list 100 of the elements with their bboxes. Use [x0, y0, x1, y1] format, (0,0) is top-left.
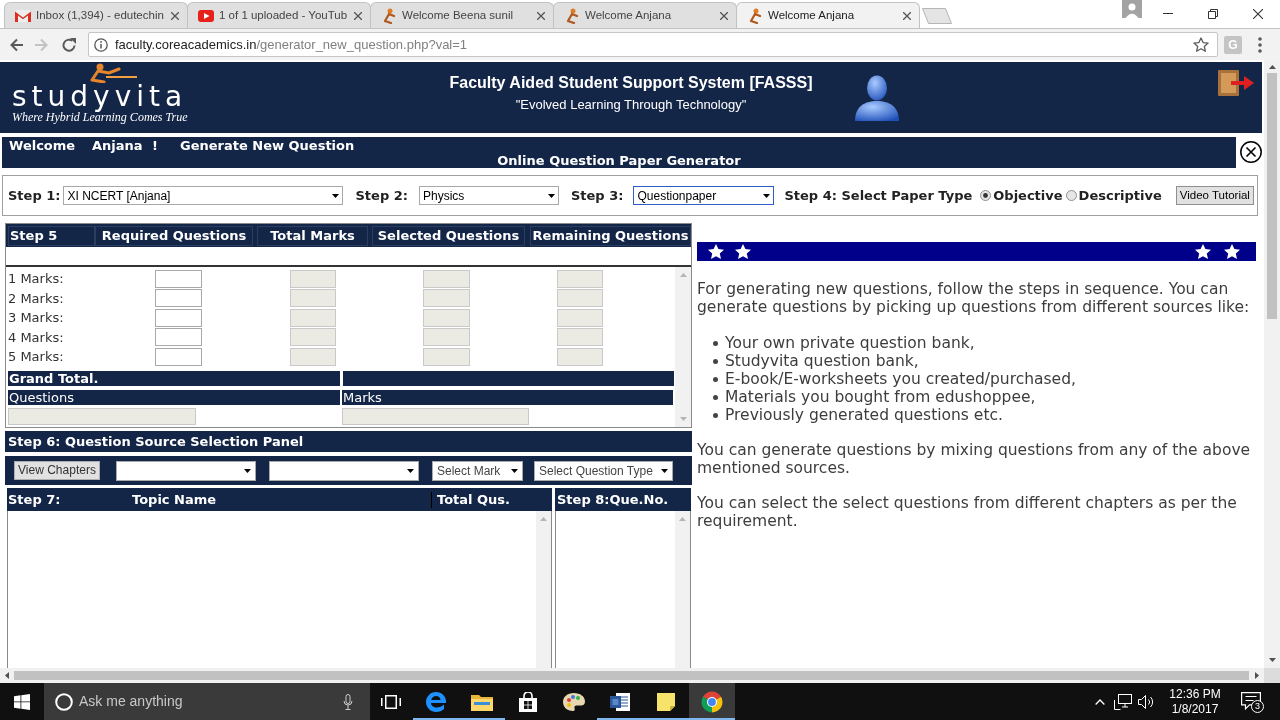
input-field[interactable] [155, 308, 202, 327]
input-field[interactable] [290, 308, 336, 327]
scrollbar[interactable] [1264, 60, 1280, 668]
input-field[interactable] [290, 328, 336, 347]
dropdown[interactable]: Select Question Type [534, 460, 673, 481]
input-field[interactable] [557, 289, 603, 308]
input-field[interactable] [423, 347, 470, 366]
input-field[interactable] [290, 347, 336, 366]
video-tutorial-button[interactable]: Video Tutorial [1175, 186, 1254, 205]
menu-icon[interactable] [1258, 36, 1262, 53]
figure-icon [747, 7, 763, 24]
caret-icon [547, 193, 555, 198]
close-icon[interactable] [903, 11, 911, 20]
taskbar-button[interactable] [689, 683, 735, 720]
bookmark-star-icon[interactable] [1193, 36, 1209, 53]
input-field[interactable] [557, 347, 603, 366]
radio-label[interactable]: Descriptive [1078, 185, 1162, 206]
input-field[interactable] [557, 308, 603, 327]
clock-button[interactable]: 12:36 PM 1/8/2017 [1164, 686, 1226, 717]
notification-icon[interactable] [1241, 691, 1261, 710]
input-field[interactable] [423, 269, 470, 288]
input-field[interactable] [8, 408, 196, 425]
restore-button[interactable] [1208, 9, 1218, 19]
dropdown[interactable] [269, 460, 419, 481]
dropdown[interactable]: XI NCERT [Anjana] [63, 186, 344, 205]
close-icon[interactable] [1240, 141, 1262, 163]
input-field[interactable] [423, 289, 470, 308]
grand-total-label: Grand Total. [8, 371, 340, 386]
person-silhouette-icon [853, 75, 900, 121]
scroll-up-icon[interactable] [1268, 65, 1276, 69]
youtube-icon [198, 9, 214, 22]
scrollbar[interactable] [675, 511, 690, 668]
instruction-text: For generating new questions, follow the steps in sequence. You can generate questions by picking up questions from different sources like: [697, 280, 1251, 316]
reload-button[interactable] [62, 37, 76, 52]
window-close-button[interactable] [1253, 9, 1263, 19]
address-bar[interactable]: faculty.coreacademics.in/generator_new_question.php?val=1 [88, 32, 1218, 57]
caret-icon [332, 193, 340, 198]
browser-tab[interactable]: Welcome Anjana [553, 2, 737, 28]
exit-door-icon[interactable] [1218, 70, 1254, 96]
list-item: Previously generated questions etc. [725, 406, 1003, 424]
page-title: Generate New Question [180, 138, 355, 153]
input-field[interactable] [155, 269, 202, 288]
radio-button[interactable] [1065, 190, 1077, 201]
input-field[interactable] [342, 408, 529, 425]
dropdown[interactable] [116, 460, 256, 481]
dropdown[interactable]: Questionpaper [633, 186, 775, 205]
site-subtitle: "Evolved Learning Through Technology" [515, 97, 747, 112]
browser-tab[interactable]: Welcome Anjana [736, 2, 920, 28]
scroll-down-icon[interactable] [1268, 658, 1276, 662]
new-tab-button[interactable] [922, 8, 952, 24]
sticky-note-icon [656, 691, 676, 712]
info-icon[interactable] [94, 37, 108, 52]
column-header: Topic Name [132, 490, 218, 509]
scrollbar[interactable] [0, 668, 1264, 683]
row-label: 3 Marks: [7, 309, 65, 327]
search-field[interactable]: Ask me anything [44, 683, 370, 720]
star-icon [1195, 244, 1211, 259]
star-icon [1224, 244, 1240, 259]
radio-button[interactable] [980, 190, 992, 201]
logo-tagline: Where Hybrid Learning Comes True [12, 111, 188, 124]
row-label: 2 Marks: [7, 289, 65, 308]
column-header: Step 5 [8, 225, 95, 246]
input-field[interactable] [557, 328, 603, 347]
input-field[interactable] [155, 289, 202, 308]
input-field[interactable] [290, 269, 336, 288]
view-chapters-button[interactable]: View Chapters [14, 461, 100, 480]
scroll-left-icon[interactable] [5, 672, 9, 679]
volume-icon[interactable] [1138, 694, 1154, 709]
profile-button[interactable] [1122, 0, 1142, 18]
scrollbar-thumb[interactable] [14, 671, 1249, 680]
chevron-up-icon[interactable] [1095, 698, 1105, 705]
bullet-icon [713, 412, 718, 418]
back-button[interactable] [9, 37, 23, 52]
microphone-icon[interactable] [343, 693, 353, 710]
input-field[interactable] [290, 289, 336, 308]
input-field[interactable] [557, 269, 603, 288]
step-label: Step 4: Select Paper Type [784, 186, 973, 205]
document-icon [610, 691, 630, 712]
browser-tab[interactable]: Inbox (1,394) - edutechin [4, 2, 188, 28]
section-header: Step 6: Question Source Selection Panel [5, 431, 692, 452]
input-field[interactable] [423, 328, 470, 347]
browser-tab[interactable]: Welcome Beena sunil [370, 2, 554, 28]
caret-icon [661, 468, 668, 473]
scroll-right-icon[interactable] [1255, 672, 1259, 679]
dropdown[interactable]: Physics [418, 186, 559, 205]
welcome-text: Welcome [9, 138, 77, 153]
scrollbar[interactable] [536, 511, 551, 668]
dropdown[interactable]: Select Mark [432, 460, 523, 481]
shopping-bag-icon [518, 691, 538, 712]
list-item: E-book/E-worksheets you created/purchased, [725, 370, 1076, 388]
input-field[interactable] [155, 328, 202, 347]
instruction-text: You can select the select questions from different chapters as per the requirement. [697, 494, 1238, 530]
caret-icon [763, 193, 771, 198]
browser-tab[interactable]: 1 of 1 uploaded - YouTub [187, 2, 371, 28]
input-field[interactable] [423, 308, 470, 327]
input-field[interactable] [155, 347, 202, 366]
radio-label[interactable]: Objective [993, 185, 1063, 206]
scrollbar-thumb[interactable] [1267, 73, 1277, 319]
url-text: faculty.coreacademics.in/generator_new_question.php?val=1 [115, 35, 468, 54]
network-icon[interactable] [1114, 693, 1132, 710]
